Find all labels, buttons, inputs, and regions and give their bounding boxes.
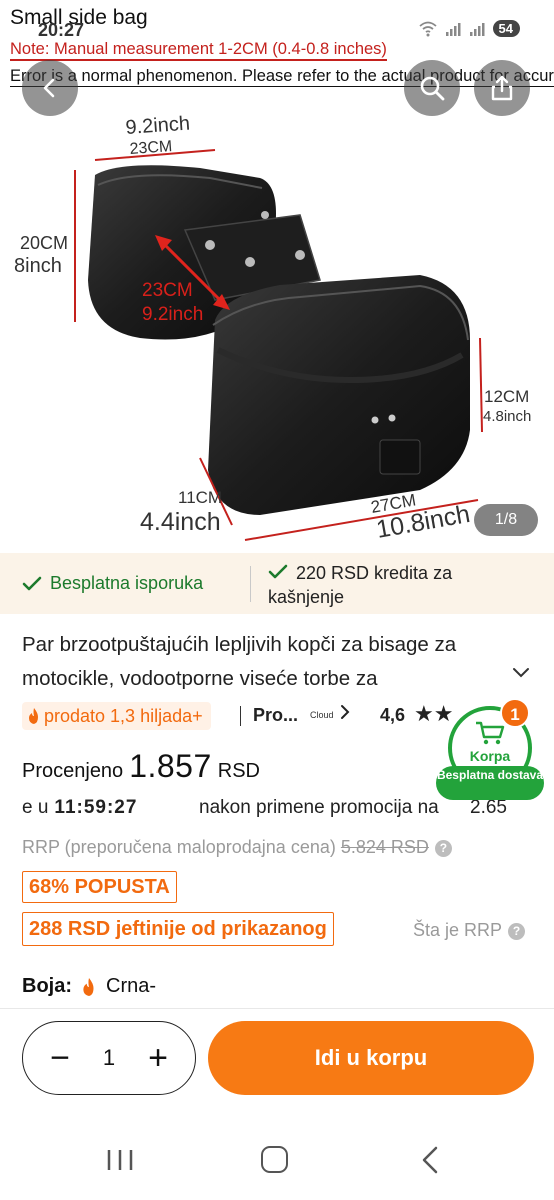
price-row: Procenjeno 1.857 RSD xyxy=(22,748,260,785)
sold-count-label: prodato 1,3 hiljada+ xyxy=(44,705,203,726)
star-icon: ★ xyxy=(414,701,434,726)
svg-text:23CM: 23CM xyxy=(129,138,173,158)
share-button[interactable] xyxy=(474,60,530,116)
check-icon xyxy=(22,576,42,590)
sold-count-badge: prodato 1,3 hiljada+ xyxy=(22,702,211,730)
svg-text:4.4inch: 4.4inch xyxy=(140,508,221,536)
store-cloud-tag: Cloud xyxy=(310,710,334,720)
product-title[interactable]: Par brzootpuštajućih lepljivih kopči za … xyxy=(22,628,512,696)
what-is-rrp-label: Šta je RRP xyxy=(413,920,503,940)
promo-number: 2.65 xyxy=(470,797,507,818)
svg-text:11CM: 11CM xyxy=(178,488,222,507)
late-delivery-credit-label: 220 RSD kredita za kašnjenje xyxy=(268,563,453,607)
search-icon xyxy=(420,76,445,101)
discount-badge: 68% POPUSTA xyxy=(22,871,177,903)
image-caption-title: Small side bag xyxy=(10,6,148,29)
cart-icon xyxy=(476,721,505,745)
check-icon xyxy=(268,564,288,579)
price-label: Procenjeno xyxy=(22,760,124,782)
timer-prefix: e u xyxy=(22,797,49,818)
svg-text:9.2inch: 9.2inch xyxy=(125,113,191,139)
floating-cart-button[interactable]: Korpa Besplatna dostava 1 xyxy=(436,698,544,800)
flame-icon xyxy=(29,708,38,724)
svg-text:20CM: 20CM xyxy=(20,233,68,253)
help-icon[interactable]: ? xyxy=(434,840,452,857)
decrease-quantity-button[interactable]: − xyxy=(45,1041,75,1075)
search-button[interactable] xyxy=(404,60,460,116)
chevron-left-icon xyxy=(43,78,55,98)
cheaper-badge: 288 RSD jeftinije od prikazanog xyxy=(22,912,334,946)
svg-text:9.2inch: 9.2inch xyxy=(142,304,203,325)
help-icon: ? xyxy=(508,923,526,940)
quantity-value: 1 xyxy=(102,1045,116,1070)
cart-free-shipping-label: Besplatna dostava xyxy=(436,766,544,800)
svg-text:12CM: 12CM xyxy=(484,387,529,406)
color-value: Crna- xyxy=(106,975,157,997)
free-shipping: Besplatna isporuka xyxy=(22,573,203,594)
late-delivery-credit: 220 RSD kredita za kašnjenje xyxy=(268,561,508,609)
price-value: 1.857 xyxy=(129,748,212,784)
store-link[interactable] xyxy=(340,704,350,725)
product-image: 9.2inch 23CM 20CM 8inch 23CM 9.2inch 12C… xyxy=(14,113,531,544)
back-button[interactable] xyxy=(22,60,78,116)
cart-count-badge: 1 xyxy=(500,698,530,728)
price-currency: RSD xyxy=(217,760,260,782)
free-shipping-label: Besplatna isporuka xyxy=(50,573,204,593)
countdown-timer: e u 11:59:27 xyxy=(22,797,137,819)
recent-apps-icon[interactable] xyxy=(106,1148,134,1172)
image-page-counter: 1/8 xyxy=(474,504,538,536)
svg-text:23CM: 23CM xyxy=(142,280,193,301)
product-image-gallery[interactable]: 9.2inch 23CM 20CM 8inch 23CM 9.2inch 12C… xyxy=(0,0,554,553)
shipping-divider xyxy=(250,566,251,602)
home-icon[interactable] xyxy=(261,1146,288,1173)
quantity-stepper[interactable]: − 1 + xyxy=(22,1021,196,1095)
image-caption-error-note: Error is a normal phenomenon. Please ref… xyxy=(10,66,554,87)
go-to-cart-button[interactable]: Idi u korpu xyxy=(208,1021,534,1095)
cart-label: Korpa xyxy=(469,748,511,764)
rrp-value: 5.824 RSD xyxy=(340,837,429,857)
chevron-right-icon xyxy=(341,705,350,719)
timer-value: 11:59:27 xyxy=(54,797,138,818)
svg-text:8inch: 8inch xyxy=(14,255,62,277)
color-label: Boja: xyxy=(22,975,72,997)
svg-text:4.8inch: 4.8inch xyxy=(483,408,531,425)
image-caption-note: Note: Manual measurement 1-2CM (0.4-0.8 … xyxy=(10,39,387,61)
flame-icon xyxy=(83,977,94,996)
color-selector[interactable]: Boja: Crna- xyxy=(22,975,156,998)
expand-title-button[interactable] xyxy=(512,663,530,684)
rating-value[interactable]: 4,6 xyxy=(380,705,405,726)
increase-quantity-button[interactable]: + xyxy=(143,1041,173,1075)
rrp-row[interactable]: RRP (preporučena maloprodajna cena) 5.82… xyxy=(22,837,452,858)
store-name[interactable]: Pro... xyxy=(253,705,298,726)
rrp-label: RRP (preporučena maloprodajna cena) xyxy=(22,837,336,857)
chevron-down-icon xyxy=(513,668,529,678)
what-is-rrp-link[interactable]: Šta je RRP? xyxy=(413,920,526,941)
promo-text: nakon primene promocija na xyxy=(199,797,439,818)
share-icon xyxy=(491,75,513,101)
meta-divider xyxy=(240,706,241,726)
back-icon[interactable] xyxy=(420,1146,440,1174)
